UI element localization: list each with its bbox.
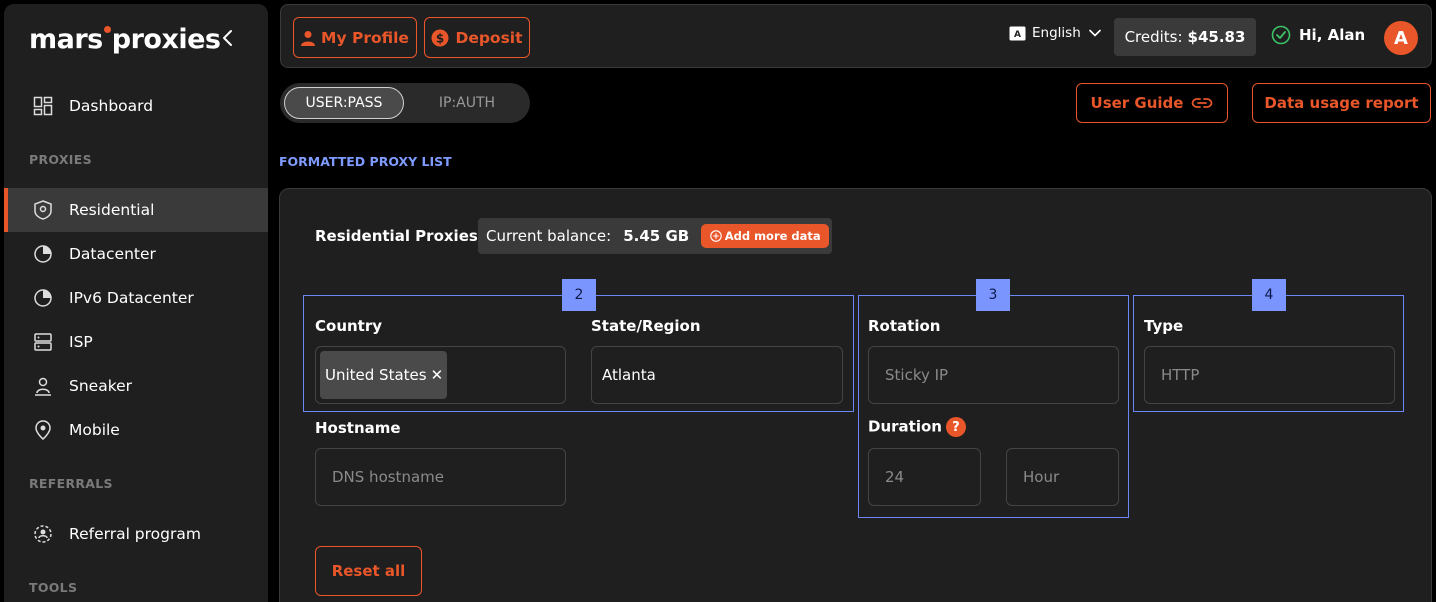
location-shield-icon xyxy=(32,199,54,221)
tab-ipauth[interactable]: IP:AUTH xyxy=(408,87,526,119)
marker-3: 3 xyxy=(976,279,1010,311)
duration-label-group: Duration? xyxy=(868,417,966,437)
my-profile-button[interactable]: My Profile xyxy=(293,17,417,58)
type-placeholder: HTTP xyxy=(1161,366,1200,384)
rotation-label: Rotation xyxy=(868,317,941,335)
my-profile-label: My Profile xyxy=(321,28,409,47)
duration-value: 24 xyxy=(885,468,905,486)
deposit-button[interactable]: $ Deposit xyxy=(424,17,530,58)
dollar-icon: $ xyxy=(431,29,449,47)
formatted-proxy-list-link[interactable]: FORMATTED PROXY LIST xyxy=(279,154,452,169)
data-usage-label: Data usage report xyxy=(1264,94,1419,112)
collapse-sidebar-icon[interactable] xyxy=(218,26,238,50)
help-icon[interactable]: ? xyxy=(945,417,966,437)
deposit-label: Deposit xyxy=(455,28,523,47)
type-select[interactable]: HTTP xyxy=(1144,346,1395,404)
remove-chip-icon[interactable]: ✕ xyxy=(431,366,444,384)
section-referrals: REFERRALS xyxy=(29,476,113,491)
svg-text:$: $ xyxy=(436,31,444,45)
sidebar-item-dashboard[interactable]: Dashboard xyxy=(4,84,268,128)
sidebar-item-label: ISP xyxy=(69,333,93,351)
rotation-placeholder: Sticky IP xyxy=(885,366,949,384)
sidebar-item-label: Sneaker xyxy=(69,377,133,395)
sidebar-item-mobile[interactable]: Mobile xyxy=(4,408,268,452)
user-guide-button[interactable]: User Guide xyxy=(1076,83,1228,123)
rotation-select[interactable]: Sticky IP xyxy=(868,346,1119,404)
sidebar-item-ipv6-datacenter[interactable]: IPv6 Datacenter xyxy=(4,276,268,320)
person-pin-icon xyxy=(32,375,54,397)
country-label: Country xyxy=(315,317,383,335)
check-circle-icon xyxy=(1271,25,1291,45)
state-region-label: State/Region xyxy=(591,317,701,335)
sidebar-item-label: Residential xyxy=(69,201,155,219)
state-region-value: Atlanta xyxy=(602,366,656,384)
referral-icon xyxy=(32,523,54,545)
state-region-select[interactable]: Atlanta xyxy=(591,346,843,404)
balance-label: Current balance: xyxy=(486,227,612,245)
pie-icon xyxy=(32,287,54,309)
tab-userpass[interactable]: USER:PASS xyxy=(284,87,404,119)
user-guide-label: User Guide xyxy=(1090,94,1184,112)
language-label: English xyxy=(1032,25,1081,41)
duration-unit-select[interactable]: Hour xyxy=(1006,448,1119,506)
sidebar-item-label: Referral program xyxy=(69,525,201,543)
marker-4: 4 xyxy=(1252,279,1286,311)
server-icon xyxy=(32,331,54,353)
chevron-down-icon xyxy=(1088,29,1101,37)
sidebar-item-datacenter[interactable]: Datacenter xyxy=(4,232,268,276)
plus-circle-icon xyxy=(709,230,722,242)
logo[interactable]: mars proxies xyxy=(29,24,221,55)
credits-badge: Credits: $45.83 xyxy=(1114,18,1256,56)
add-more-data-label: Add more data xyxy=(724,229,821,243)
marker-2: 2 xyxy=(562,279,596,311)
credits-label: Credits: xyxy=(1124,28,1183,46)
data-usage-report-button[interactable]: Data usage report xyxy=(1252,83,1431,123)
sidebar-item-sneaker[interactable]: Sneaker xyxy=(4,364,268,408)
country-chip: United States ✕ xyxy=(320,351,448,399)
hostname-select[interactable]: DNS hostname xyxy=(315,448,566,506)
balance-value: 5.45 GB xyxy=(623,227,690,245)
sidebar-item-label: Dashboard xyxy=(69,97,154,115)
sidebar-item-label: Datacenter xyxy=(69,245,156,263)
duration-unit-value: Hour xyxy=(1023,468,1060,486)
person-icon xyxy=(301,30,316,46)
avatar[interactable]: A xyxy=(1384,21,1418,55)
sidebar-item-referral-program[interactable]: Referral program xyxy=(4,512,268,556)
section-proxies: PROXIES xyxy=(29,152,92,167)
top-bar: My Profile $ Deposit A English Credits: … xyxy=(280,4,1432,68)
pie-icon xyxy=(32,243,54,265)
reset-all-button[interactable]: Reset all xyxy=(315,546,422,596)
duration-label: Duration xyxy=(868,417,942,436)
auth-toggle: USER:PASS IP:AUTH xyxy=(280,83,530,123)
sidebar-item-residential[interactable]: Residential xyxy=(4,188,268,232)
language-selector[interactable]: A English xyxy=(1009,25,1101,41)
user-greeting: Hi, Alan xyxy=(1271,25,1365,45)
svg-text:A: A xyxy=(1014,30,1021,40)
dashboard-icon xyxy=(32,95,54,117)
sidebar-item-label: IPv6 Datacenter xyxy=(69,289,194,307)
country-select[interactable]: United States ✕ xyxy=(315,346,566,404)
add-more-data-button[interactable]: Add more data xyxy=(701,224,830,248)
sidebar-item-label: Mobile xyxy=(69,421,120,439)
credits-value: $45.83 xyxy=(1187,28,1246,46)
type-label: Type xyxy=(1144,317,1184,335)
translate-icon: A xyxy=(1009,26,1026,41)
sidebar: mars proxies Dashboard PROXIES Residentia… xyxy=(4,4,268,602)
greeting-label: Hi, Alan xyxy=(1299,26,1366,44)
link-icon xyxy=(1191,97,1213,109)
duration-input[interactable]: 24 xyxy=(868,448,981,506)
country-chip-label: United States xyxy=(325,366,427,384)
mobile-pin-icon xyxy=(32,419,54,441)
card-title: Residential Proxies xyxy=(315,227,478,245)
section-tools: TOOLS xyxy=(29,580,78,595)
hostname-label: Hostname xyxy=(315,419,401,437)
hostname-placeholder: DNS hostname xyxy=(332,468,444,486)
reset-all-label: Reset all xyxy=(331,562,406,580)
balance-badge: Current balance: 5.45 GB Add more data xyxy=(478,218,832,254)
sidebar-item-isp[interactable]: ISP xyxy=(4,320,268,364)
